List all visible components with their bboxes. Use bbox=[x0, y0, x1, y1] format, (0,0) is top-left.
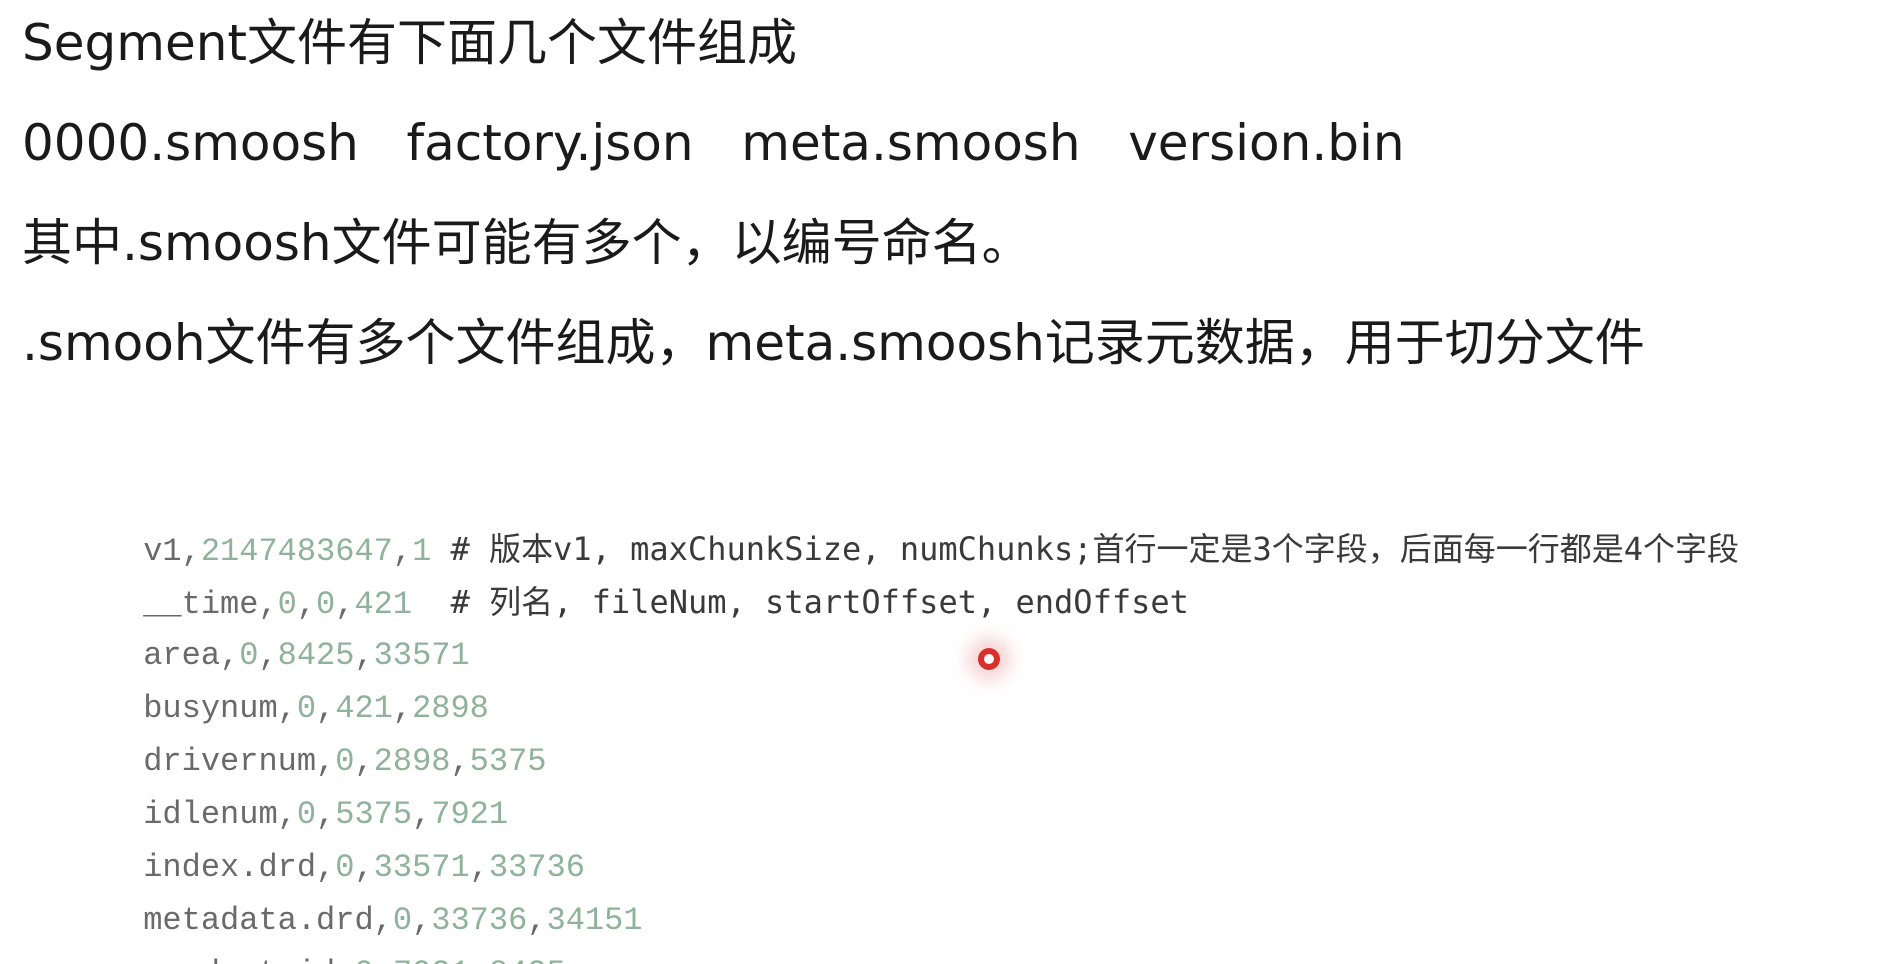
code-value: 8425 bbox=[489, 955, 566, 964]
code-value: 2898 bbox=[412, 690, 489, 727]
code-value: 0 bbox=[335, 849, 355, 886]
code-value: 33736 bbox=[431, 902, 528, 939]
code-value: 33571 bbox=[373, 637, 470, 674]
code-value: 421 bbox=[335, 690, 393, 727]
code-field-name: __time bbox=[143, 586, 259, 623]
code-value: 0 bbox=[316, 586, 336, 623]
code-value: 7921 bbox=[393, 955, 470, 964]
code-field-name: metadata.drd bbox=[143, 902, 374, 939]
code-value: 33736 bbox=[488, 849, 585, 886]
code-value: 7921 bbox=[431, 796, 509, 833]
code-value: 0 bbox=[335, 743, 355, 780]
pointer-cursor-icon bbox=[978, 648, 1000, 670]
code-field-name: area bbox=[143, 637, 221, 674]
code-value: 0 bbox=[296, 796, 317, 833]
code-value: 2898 bbox=[373, 743, 451, 780]
code-value: 34151 bbox=[546, 902, 643, 939]
code-value: 421 bbox=[354, 586, 413, 623]
slide: Segment文件有下面几个文件组成 0000.smoosh factory.j… bbox=[0, 0, 1892, 964]
code-value: 33571 bbox=[373, 849, 470, 886]
code-value: 1 bbox=[412, 533, 432, 570]
heading-meta-note: .smooh文件有多个文件组成，meta.smoosh记录元数据，用于切分文件 bbox=[22, 314, 1645, 372]
code-field-name: product_id bbox=[143, 955, 335, 964]
heading-title: Segment文件有下面几个文件组成 bbox=[22, 14, 797, 72]
code-value: 0 bbox=[239, 637, 259, 674]
code-value: 5375 bbox=[335, 796, 413, 833]
code-value: 0 bbox=[277, 586, 297, 623]
code-comment: # 列名, fileNum, startOffset, endOffset bbox=[412, 583, 1189, 621]
code-field-name: index.drd bbox=[143, 849, 317, 886]
code-comment: # 版本v1, maxChunkSize, numChunks;首行一定是3个字… bbox=[431, 530, 1740, 568]
code-value: 5375 bbox=[469, 743, 547, 780]
code-field-name: drivernum bbox=[143, 743, 317, 780]
heading-file-list: 0000.smoosh factory.json meta.smoosh ver… bbox=[22, 114, 1405, 172]
code-field-name: idlenum bbox=[143, 796, 278, 833]
code-value: 2147483647 bbox=[200, 533, 393, 570]
code-value: 0 bbox=[354, 955, 373, 964]
code-value: 8425 bbox=[277, 637, 355, 674]
code-field-name: busynum bbox=[143, 690, 278, 727]
heading-smoosh-note: 其中.smoosh文件可能有多个，以编号命名。 bbox=[22, 214, 1032, 272]
code-value: 0 bbox=[392, 902, 413, 939]
code-value: 0 bbox=[296, 690, 317, 727]
code-field-name: v1 bbox=[143, 533, 182, 570]
code-line: v1,2147483647,1 # 版本v1, maxChunkSize, nu… bbox=[143, 530, 1740, 570]
meta-smoosh-code-block: v1,2147483647,1 # 版本v1, maxChunkSize, nu… bbox=[28, 470, 1740, 964]
